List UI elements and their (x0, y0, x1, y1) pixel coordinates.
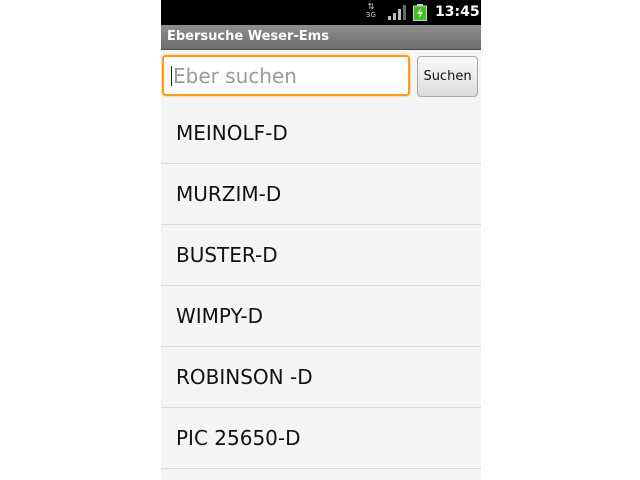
app-title-bar: Ebersuche Weser-Ems (161, 25, 481, 50)
data-3g-icon: ⇅ 3G (366, 2, 376, 20)
list-item-label: BUSTER-D (176, 243, 278, 267)
app-title: Ebersuche Weser-Ems (167, 29, 329, 44)
status-bar: ⇅ 3G 13:45 (161, 0, 481, 25)
results-list[interactable]: MEINOLF-D MURZIM-D BUSTER-D WIMPY-D ROBI… (161, 103, 481, 469)
list-item-label: MEINOLF-D (176, 121, 288, 145)
list-item[interactable]: BUSTER-D (161, 225, 481, 286)
search-row: Suchen (161, 50, 481, 103)
list-item-label: WIMPY-D (176, 304, 264, 328)
list-item-label: MURZIM-D (176, 182, 282, 206)
list-item[interactable]: WIMPY-D (161, 286, 481, 347)
list-item[interactable]: ROBINSON -D (161, 347, 481, 408)
list-item[interactable]: MURZIM-D (161, 164, 481, 225)
text-cursor (171, 66, 172, 86)
network-type-label: 3G (366, 11, 376, 19)
status-time: 13:45 (435, 4, 480, 20)
phone-screen: ⇅3G 13:45 Ebersuche Weser-Ems Suchen MEI… (161, 0, 481, 480)
battery-charging-icon (413, 4, 427, 21)
list-item-label: ROBINSON -D (176, 365, 313, 389)
list-item[interactable]: PIC 25650-D (161, 408, 481, 469)
list-item[interactable]: MEINOLF-D (161, 103, 481, 164)
list-item-label: PIC 25650-D (176, 426, 301, 450)
signal-strength-icon (388, 5, 406, 20)
search-input[interactable] (162, 55, 410, 96)
search-button[interactable]: Suchen (417, 56, 478, 97)
